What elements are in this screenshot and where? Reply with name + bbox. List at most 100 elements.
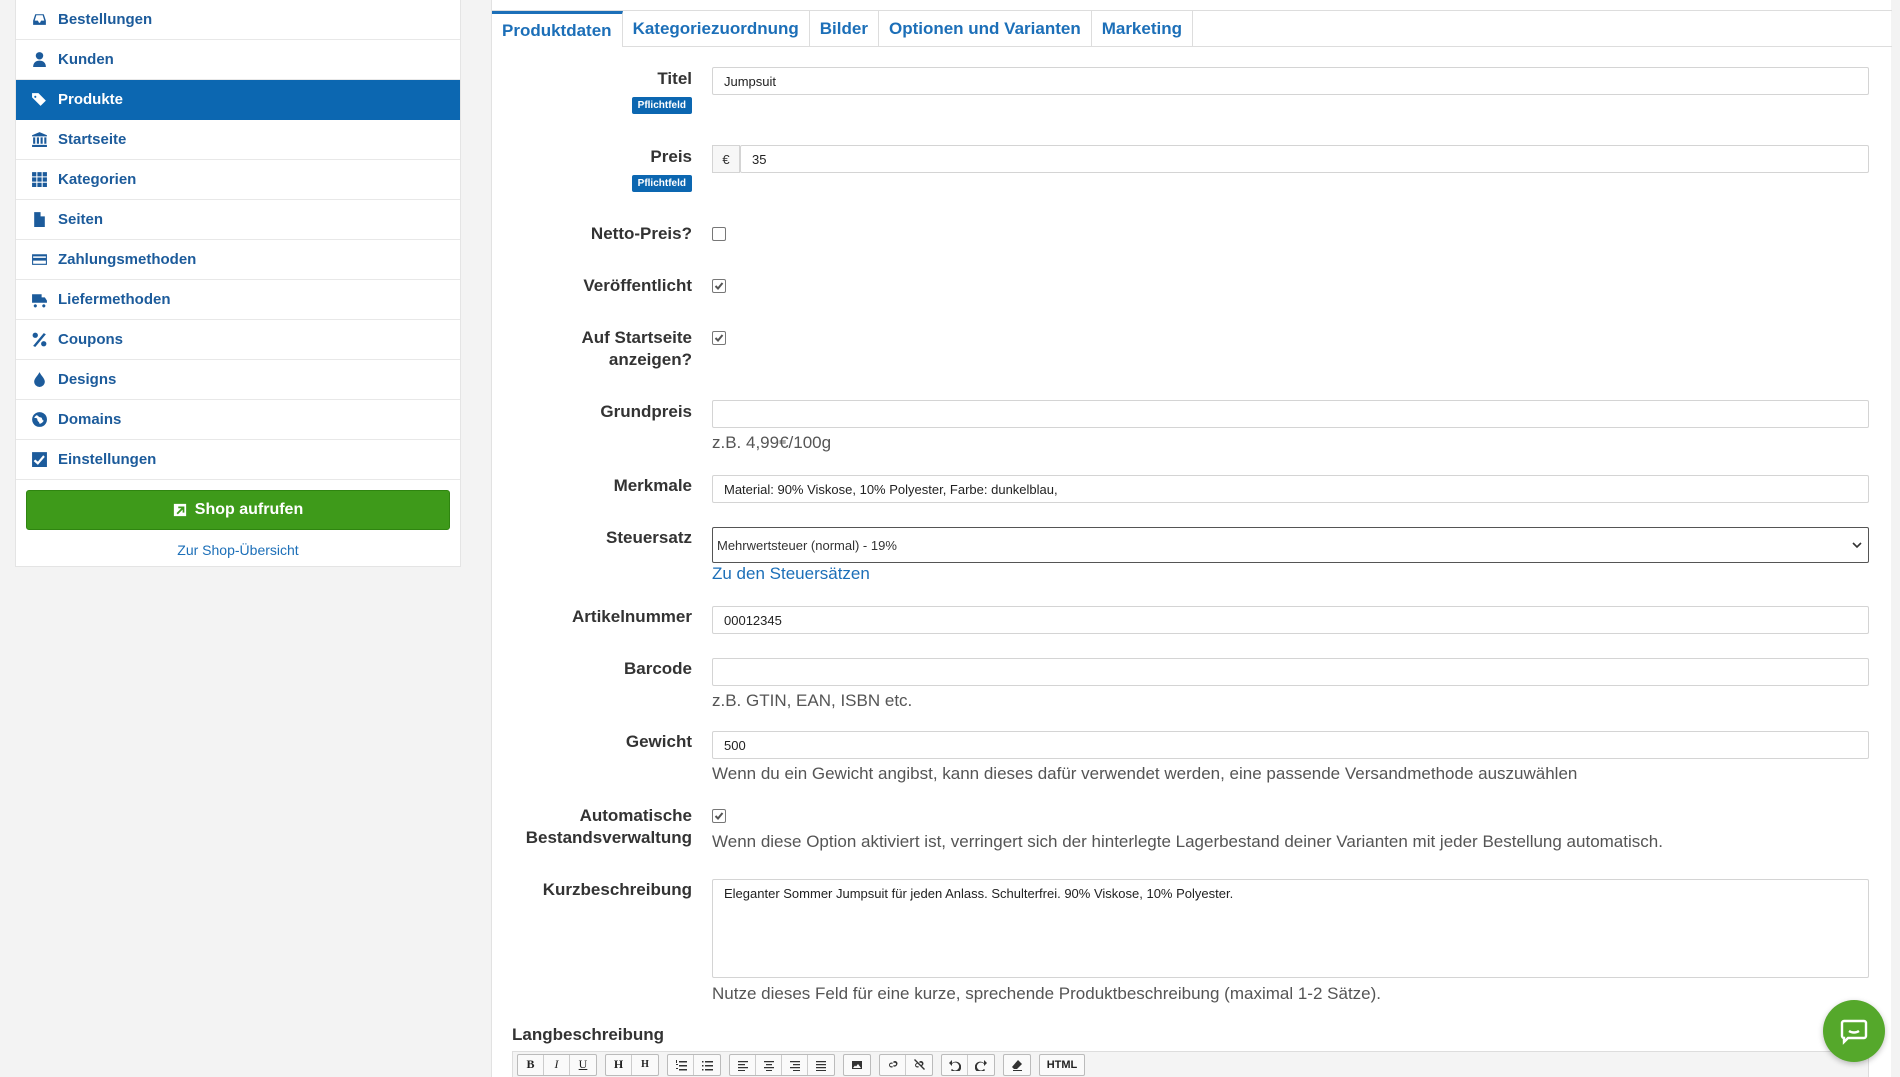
stock-checkbox[interactable] — [712, 809, 726, 823]
user-icon — [30, 51, 48, 69]
features-input[interactable] — [712, 475, 1869, 503]
chat-button[interactable] — [1823, 1000, 1885, 1062]
sidebar-item-produkte[interactable]: Produkte — [16, 80, 460, 120]
published-checkbox[interactable] — [712, 279, 726, 293]
image-icon — [852, 1060, 862, 1069]
sidebar-item-label: Produkte — [58, 91, 124, 108]
heading2-button[interactable]: H — [632, 1055, 658, 1075]
main-panel: Produktdaten Kategoriezuordnung Bilder O… — [491, 0, 1892, 1077]
tax-rates-link[interactable]: Zu den Steuersätzen — [712, 564, 870, 584]
align-justify-button[interactable] — [808, 1055, 834, 1075]
sidebar-item-seiten[interactable]: Seiten — [16, 200, 460, 240]
shop-overview-link[interactable]: Zur Shop-Übersicht — [16, 542, 460, 558]
chat-icon — [1840, 1019, 1868, 1045]
barcode-label: Barcode — [623, 659, 692, 678]
toolbar-group-align — [729, 1053, 835, 1076]
remove-link-button[interactable] — [906, 1055, 932, 1075]
features-label: Merkmale — [613, 476, 692, 495]
net-price-checkbox[interactable] — [712, 227, 726, 241]
stock-label-line2: Bestandsverwaltung — [525, 828, 692, 847]
html-mode-button[interactable]: HTML — [1040, 1055, 1084, 1075]
file-icon — [30, 211, 48, 229]
title-input[interactable] — [712, 67, 1869, 95]
credit-card-icon — [30, 251, 48, 269]
tab-produktdaten[interactable]: Produktdaten — [492, 11, 623, 47]
tax-label: Steuersatz — [606, 528, 692, 547]
sidebar-item-startseite[interactable]: Startseite — [16, 120, 460, 160]
undo-icon — [948, 1059, 961, 1071]
price-input[interactable] — [740, 145, 1869, 173]
sidebar: Bestellungen Kunden Produkte Startseite … — [15, 0, 461, 567]
check-icon — [714, 334, 724, 342]
redo-button[interactable] — [968, 1055, 994, 1075]
tab-kategoriezuordnung[interactable]: Kategoriezuordnung — [623, 11, 810, 47]
align-right-icon — [789, 1060, 800, 1071]
align-justify-icon — [816, 1060, 826, 1071]
sku-input[interactable] — [712, 606, 1869, 634]
align-right-button[interactable] — [782, 1054, 808, 1075]
short-desc-label: Kurzbeschreibung — [542, 880, 692, 899]
tab-optionen-varianten[interactable]: Optionen und Varianten — [879, 11, 1092, 47]
sidebar-item-zahlungsmethoden[interactable]: Zahlungsmethoden — [16, 240, 460, 280]
align-center-button[interactable] — [756, 1054, 782, 1075]
weight-label: Gewicht — [625, 732, 692, 751]
published-label: Veröffentlicht — [583, 276, 692, 295]
toolbar-group-html: HTML — [1039, 1053, 1085, 1076]
unordered-list-button[interactable] — [694, 1055, 720, 1075]
tags-icon — [30, 91, 48, 109]
weight-input[interactable] — [712, 731, 1869, 759]
redo-icon — [975, 1059, 987, 1071]
sidebar-item-liefermethoden[interactable]: Liefermethoden — [16, 280, 460, 320]
heading1-button[interactable]: H — [606, 1054, 632, 1075]
chevron-down-icon — [1852, 542, 1862, 549]
check-square-icon — [30, 451, 48, 469]
ordered-list-icon — [675, 1059, 687, 1070]
sidebar-item-einstellungen[interactable]: Einstellungen — [16, 440, 460, 480]
toolbar-group-clear — [1003, 1053, 1031, 1076]
grid-icon — [30, 171, 48, 189]
shop-open-button[interactable]: Shop aufrufen — [26, 490, 450, 530]
sku-label: Artikelnummer — [572, 607, 692, 626]
truck-icon — [30, 291, 48, 309]
underline-button[interactable]: U — [570, 1055, 596, 1075]
sidebar-item-domains[interactable]: Domains — [16, 400, 460, 440]
tab-bilder[interactable]: Bilder — [810, 11, 879, 47]
clear-format-button[interactable] — [1004, 1055, 1030, 1075]
title-required-badge: Pflichtfeld — [631, 97, 692, 114]
toolbar-group-lists — [667, 1053, 721, 1076]
tab-marketing[interactable]: Marketing — [1092, 11, 1193, 47]
base-price-hint: z.B. 4,99€/100g — [712, 433, 832, 452]
weight-hint: Wenn du ein Gewicht angibst, kann dieses… — [712, 764, 1578, 783]
align-left-icon — [737, 1060, 748, 1071]
toolbar-group-link — [879, 1053, 933, 1076]
homepage-checkbox[interactable] — [712, 331, 726, 345]
bold-button[interactable]: B — [518, 1054, 544, 1075]
sidebar-item-kunden[interactable]: Kunden — [16, 40, 460, 80]
tax-select-value: Mehrwertsteuer (normal) - 19% — [717, 537, 897, 553]
short-desc-textarea[interactable]: Eleganter Sommer Jumpsuit für jeden Anla… — [712, 879, 1869, 978]
homepage-label-line1: Auf Startseite — [581, 328, 692, 347]
sidebar-item-designs[interactable]: Designs — [16, 360, 460, 400]
sidebar-item-kategorien[interactable]: Kategorien — [16, 160, 460, 200]
sidebar-item-bestellungen[interactable]: Bestellungen — [16, 0, 460, 40]
insert-image-button[interactable] — [844, 1055, 870, 1075]
sidebar-item-label: Kunden — [58, 51, 114, 68]
base-price-input[interactable] — [712, 400, 1869, 428]
insert-link-button[interactable] — [880, 1054, 906, 1075]
tab-bar: Produktdaten Kategoriezuordnung Bilder O… — [492, 10, 1892, 47]
globe-icon — [30, 411, 48, 429]
sidebar-item-coupons[interactable]: Coupons — [16, 320, 460, 360]
stock-label-line1: Automatische — [579, 806, 692, 825]
undo-button[interactable] — [942, 1054, 968, 1075]
align-center-icon — [763, 1060, 774, 1071]
ordered-list-button[interactable] — [668, 1054, 694, 1075]
barcode-hint: z.B. GTIN, EAN, ISBN etc. — [712, 691, 913, 710]
sidebar-item-label: Kategorien — [58, 171, 137, 188]
homepage-label-line2: anzeigen? — [608, 350, 692, 369]
italic-button[interactable]: I — [544, 1054, 570, 1075]
stock-hint: Wenn diese Option aktiviert ist, verring… — [712, 832, 1663, 851]
tax-select[interactable]: Mehrwertsteuer (normal) - 19% — [712, 527, 1869, 563]
barcode-input[interactable] — [712, 658, 1869, 686]
align-left-button[interactable] — [730, 1054, 756, 1075]
price-label: Preis — [650, 147, 692, 166]
